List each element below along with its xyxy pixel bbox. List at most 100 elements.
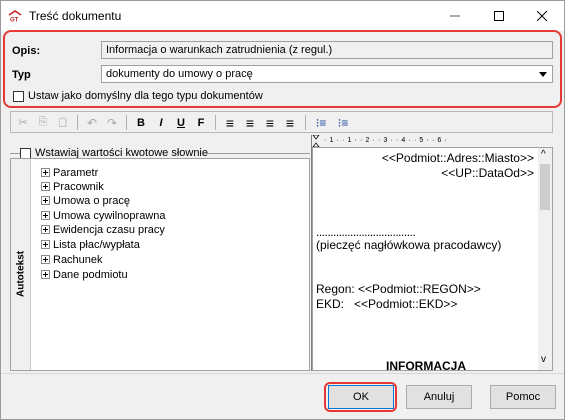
toolbar-separator xyxy=(126,115,127,130)
editor-scrollbar[interactable]: ^ v xyxy=(538,148,552,370)
ruler: · 1 · · 1 · · 2 · · 3 · · 4 · · 5 · · 6 … xyxy=(312,135,553,147)
align-center-icon: ≡ xyxy=(245,114,255,131)
tree-item-umowa-cywilnoprawna[interactable]: Umowa cywilnoprawna xyxy=(41,209,166,222)
tree-item-label: Ewidencja czasu pracy xyxy=(53,223,165,236)
minimize-button[interactable] xyxy=(433,1,477,31)
scroll-thumb[interactable] xyxy=(540,164,550,210)
app-logo-icon: GT xyxy=(8,10,22,22)
toolbar-separator xyxy=(215,115,216,130)
title-bar: GT Treść dokumentu xyxy=(1,1,564,31)
align-center-button[interactable]: ≡ xyxy=(241,113,259,132)
editor-line-city: <<Podmiot::Adres::Miasto>> xyxy=(381,151,534,165)
expand-plus-icon[interactable] xyxy=(41,182,50,191)
copy-icon: ⎘ xyxy=(38,116,48,128)
redo-icon: ↷ xyxy=(106,115,118,130)
close-button[interactable] xyxy=(520,1,564,31)
tree-item-label: Umowa o pracę xyxy=(53,194,131,207)
copy-button[interactable]: ⎘ xyxy=(34,113,52,132)
bullets-button[interactable]: ⁝≡ xyxy=(311,113,331,132)
align-right-button[interactable]: ≡ xyxy=(261,113,279,132)
scroll-up-icon[interactable]: ^ xyxy=(541,149,546,160)
tree-item-label: Parametr xyxy=(53,166,99,179)
editor-line-regon: Regon: <<Podmiot::REGON>> xyxy=(316,282,481,296)
font-button[interactable]: F xyxy=(192,113,210,132)
svg-text:GT: GT xyxy=(10,18,19,23)
tree-item-parametr[interactable]: Parametr xyxy=(41,166,98,179)
numbered-list-icon: ⁝≡ xyxy=(337,115,349,130)
numbering-button[interactable]: ⁝≡ xyxy=(333,113,353,132)
toolbar-separator xyxy=(77,115,78,130)
undo-button[interactable]: ↶ xyxy=(83,113,101,132)
minimize-icon xyxy=(450,15,460,17)
tree-item-umowa-o-prace[interactable]: Umowa o pracę xyxy=(41,194,130,207)
align-right-icon: ≡ xyxy=(265,114,275,131)
expand-plus-icon[interactable] xyxy=(41,168,50,177)
redo-button[interactable]: ↷ xyxy=(103,113,121,132)
tree-item-label: Rachunek xyxy=(53,253,103,266)
typ-select[interactable]: dokumenty do umowy o pracę xyxy=(101,65,553,83)
default-type-checkbox-label: Ustaw jako domyślny dla tego typu dokume… xyxy=(28,90,263,102)
opis-label: Opis: xyxy=(12,45,41,57)
chevron-down-icon[interactable] xyxy=(539,72,547,77)
indent-marker-icon[interactable] xyxy=(312,135,320,147)
scissors-icon: ✂ xyxy=(18,117,28,129)
groupbox-line xyxy=(205,153,310,154)
expand-plus-icon[interactable] xyxy=(41,270,50,279)
autotext-tree-box: Autotekst Parametr Pracownik Umowa o pra… xyxy=(10,158,310,371)
autotext-tab-label: Autotekst xyxy=(15,250,27,298)
expand-plus-icon[interactable] xyxy=(41,255,50,264)
tree-item-label: Dane podmiotu xyxy=(53,268,128,281)
window-title: Treść dokumentu xyxy=(29,9,122,23)
editor-line-ekd: EKD: <<Podmiot::EKD>> xyxy=(316,297,458,311)
paste-button[interactable]: 📋 xyxy=(54,113,72,132)
align-left-button[interactable]: ≡ xyxy=(221,113,239,132)
tree-item-pracownik[interactable]: Pracownik xyxy=(41,180,104,193)
undo-icon: ↶ xyxy=(86,115,98,130)
help-button[interactable]: Pomoc xyxy=(490,385,556,409)
document-editor[interactable]: <<Podmiot::Adres::Miasto>> <<UP::DataOd>… xyxy=(312,147,553,371)
bold-button[interactable]: B xyxy=(132,113,150,132)
typ-label: Typ xyxy=(12,69,31,81)
document-content-window: GT Treść dokumentu Opis: Informacja o wa… xyxy=(0,0,565,420)
tree-item-label: Umowa cywilnoprawna xyxy=(53,209,166,222)
editor-line-heading: INFORMACJA xyxy=(386,359,466,371)
bullet-list-icon: ⁝≡ xyxy=(315,115,327,130)
tree-item-label: Lista płac/wypłata xyxy=(53,238,140,251)
align-left-icon: ≡ xyxy=(225,114,235,131)
scroll-down-icon[interactable]: v xyxy=(541,354,546,365)
expand-plus-icon[interactable] xyxy=(41,211,50,220)
document-properties: Opis: Informacja o warunkach zatrudnieni… xyxy=(1,31,564,107)
dialog-footer: OK Anuluj Pomoc xyxy=(1,373,564,419)
expand-plus-icon[interactable] xyxy=(41,240,50,249)
maximize-icon xyxy=(494,11,504,21)
expand-plus-icon[interactable] xyxy=(41,225,50,234)
groupbox-line xyxy=(10,153,20,154)
tree-item-ewidencja[interactable]: Ewidencja czasu pracy xyxy=(41,223,165,236)
justify-icon: ≡ xyxy=(285,114,295,131)
editor-content[interactable]: <<Podmiot::Adres::Miasto>> <<UP::DataOd>… xyxy=(313,148,538,370)
formatting-toolbar: ✂ ⎘ 📋 ↶ ↷ B I U F ≡ ≡ ≡ ≡ ⁝≡ ⁝≡ xyxy=(10,111,553,133)
editor-line-stamp: (pieczęć nagłówkowa pracodawcy) xyxy=(316,238,502,252)
italic-button[interactable]: I xyxy=(152,113,170,132)
paste-icon: 📋 xyxy=(57,117,69,127)
underline-button[interactable]: U xyxy=(172,113,190,132)
autotext-tab[interactable]: Autotekst xyxy=(11,159,31,370)
tree-item-rachunek[interactable]: Rachunek xyxy=(41,253,103,266)
opis-field[interactable]: Informacja o warunkach zatrudnienia (z r… xyxy=(101,41,553,59)
tree-item-dane-podmiotu[interactable]: Dane podmiotu xyxy=(41,268,128,281)
editor-dotted-line: ................................... xyxy=(316,225,416,239)
default-type-checkbox[interactable] xyxy=(13,91,24,102)
cut-button[interactable]: ✂ xyxy=(14,113,32,132)
editor-line-date: <<UP::DataOd>> xyxy=(441,166,534,180)
toolbar-separator xyxy=(305,115,306,130)
close-icon xyxy=(537,11,547,21)
tree-item-lista-plac[interactable]: Lista płac/wypłata xyxy=(41,238,140,251)
ok-button[interactable]: OK xyxy=(328,385,394,409)
justify-button[interactable]: ≡ xyxy=(281,113,299,132)
tree-item-label: Pracownik xyxy=(53,180,104,193)
cancel-button[interactable]: Anuluj xyxy=(406,385,472,409)
ruler-scale: · 1 · · 1 · · 2 · · 3 · · 4 · · 5 · · 6 … xyxy=(324,137,448,144)
expand-plus-icon[interactable] xyxy=(41,196,50,205)
maximize-button[interactable] xyxy=(477,1,521,31)
typ-select-value: dokumenty do umowy o pracę xyxy=(106,68,253,80)
